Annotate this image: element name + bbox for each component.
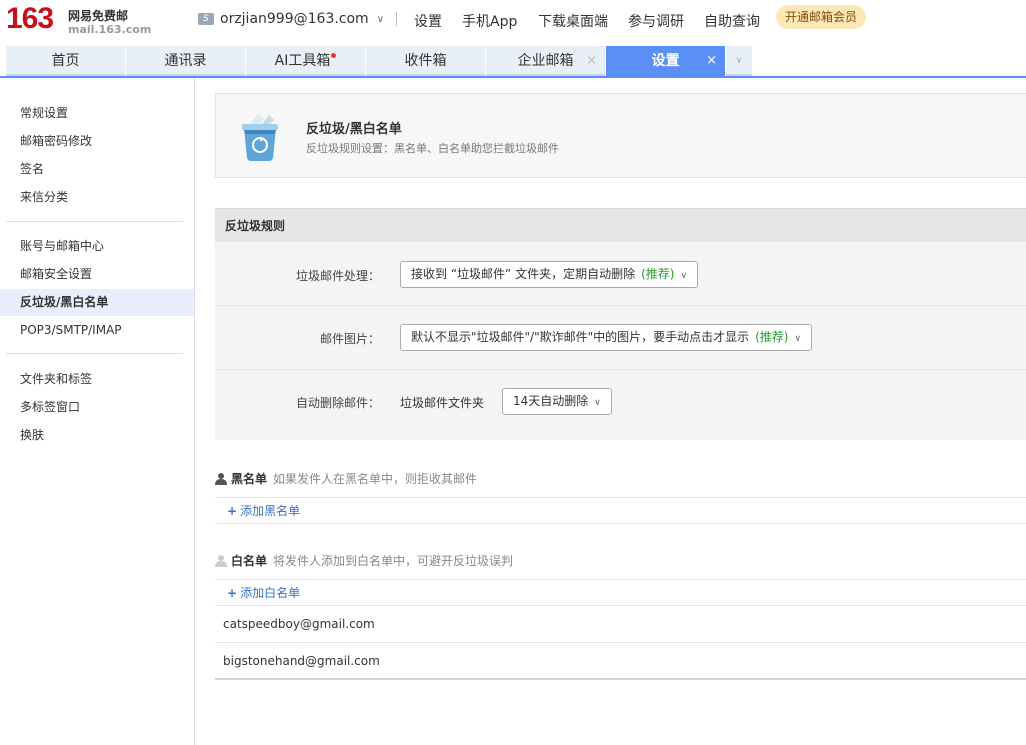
tab-more-button[interactable]: ∨ [726, 46, 752, 76]
auto-delete-folder: 垃圾邮件文件夹 [400, 396, 485, 410]
whitelist-title: 白名单 [231, 554, 268, 568]
blacklist-header: 黑名单 如果发件人在黑名单中，则拒收其邮件 [215, 460, 1026, 498]
sidebar-item-security[interactable]: 邮箱安全设置 [0, 261, 194, 288]
notification-dot [331, 53, 337, 58]
add-blacklist-label: 添加黑名单 [240, 504, 301, 518]
select-value: 默认不显示"垃圾邮件"/"欺诈邮件"中的图片，要手动点击才显示 [411, 330, 750, 344]
chevron-down-icon: ∨ [680, 271, 688, 281]
whitelist-desc: 将发件人添加到白名单中，可避开反垃圾误判 [273, 554, 514, 568]
sidebar-divider [6, 221, 183, 222]
logo-domain: mail.163.com [68, 23, 152, 36]
sidebar: 常规设置 邮箱密码修改 签名 来信分类 账号与邮箱中心 邮箱安全设置 反垃圾/黑… [0, 78, 195, 745]
close-icon[interactable]: × [706, 46, 717, 76]
tab-label: 设置 [651, 53, 680, 69]
tab-bar: 首页 通讯录 AI工具箱 收件箱 企业邮箱 × 设置 × ∨ [6, 46, 752, 76]
tab-enterprise-mail[interactable]: 企业邮箱 × [486, 46, 605, 76]
chevron-down-icon: ∨ [735, 55, 743, 66]
add-whitelist-label: 添加白名单 [240, 586, 301, 600]
select-value: 14天自动删除 [513, 394, 589, 408]
close-icon[interactable]: × [586, 46, 597, 76]
sidebar-item-folders-labels[interactable]: 文件夹和标签 [0, 366, 194, 393]
tab-label: 首页 [51, 53, 80, 69]
section-title: 反垃圾规则 [215, 208, 1026, 242]
auto-delete-select[interactable]: 14天自动删除 ∨ [502, 388, 612, 415]
chevron-down-icon: ∨ [594, 398, 601, 408]
tab-settings[interactable]: 设置 × [606, 46, 725, 76]
tab-ai-toolbox[interactable]: AI工具箱 [246, 46, 365, 76]
tab-home[interactable]: 首页 [6, 46, 125, 76]
spam-handling-select[interactable]: 接收到 “垃圾邮件” 文件夹，定期自动删除 (推荐) ∨ [400, 261, 699, 288]
page-title: 反垃圾/黑白名单 [306, 122, 402, 137]
sidebar-divider [6, 353, 183, 354]
sidebar-item-mail-sorting[interactable]: 来信分类 [0, 184, 194, 211]
whitelist-entry[interactable]: catspeedboy@gmail.com [215, 606, 1026, 643]
whitelist-header: 白名单 将发件人添加到白名单中，可避开反垃圾误判 [215, 542, 1026, 580]
tab-label: AI工具箱 [274, 53, 331, 69]
select-value: 接收到 “垃圾邮件” 文件夹，定期自动删除 [411, 267, 636, 281]
topnav-mobile-app[interactable]: 手机App [462, 11, 517, 31]
sidebar-item-multi-tab[interactable]: 多标签窗口 [0, 394, 194, 421]
person-icon [215, 473, 227, 485]
logo-number[interactable]: 163 [6, 2, 54, 36]
tab-label: 企业邮箱 [517, 53, 574, 69]
blacklist-title: 黑名单 [231, 472, 268, 486]
divider [396, 12, 397, 26]
page-header: 反垃圾/黑白名单 反垃圾规则设置：黑名单、白名单助您拦截垃圾邮件 [215, 93, 1026, 178]
sidebar-item-account-center[interactable]: 账号与邮箱中心 [0, 233, 194, 260]
sidebar-item-signature[interactable]: 签名 [0, 156, 194, 183]
tab-inbox[interactable]: 收件箱 [366, 46, 485, 76]
sidebar-item-skin[interactable]: 换肤 [0, 422, 194, 449]
whitelist-entry[interactable]: bigstonehand@gmail.com [215, 643, 1026, 680]
plus-icon: + [227, 586, 238, 600]
recommend-tag: (推荐) [641, 267, 675, 281]
field-label: 邮件图片： [319, 332, 380, 346]
topnav-desktop-download[interactable]: 下载桌面端 [538, 11, 608, 31]
tab-label: 收件箱 [404, 53, 447, 69]
account-switcher[interactable]: S orzjian999@163.com ∨ [198, 10, 384, 28]
vip-button[interactable]: 开通邮箱会员 [776, 5, 866, 29]
add-whitelist-button[interactable]: + 添加白名单 [215, 581, 1026, 606]
chevron-down-icon: ∨ [794, 334, 802, 344]
field-label: 垃圾邮件处理： [295, 269, 380, 283]
sidebar-item-password[interactable]: 邮箱密码修改 [0, 128, 194, 155]
auto-delete-row: 自动删除邮件： 垃圾邮件文件夹 14天自动删除 ∨ [215, 370, 1026, 440]
recommend-tag: (推荐) [755, 330, 789, 344]
person-icon [215, 555, 227, 567]
tab-label: 通讯录 [164, 53, 207, 69]
mail-images-row: 邮件图片： 默认不显示"垃圾邮件"/"欺诈邮件"中的图片，要手动点击才显示 (推荐… [215, 306, 1026, 370]
account-email: orzjian999@163.com [220, 11, 369, 27]
sidebar-item-antispam[interactable]: 反垃圾/黑白名单 [0, 289, 194, 316]
spam-handling-row: 垃圾邮件处理： 接收到 “垃圾邮件” 文件夹，定期自动删除 (推荐) ∨ [215, 242, 1026, 306]
logo-name: 网易免费邮 [68, 9, 129, 23]
mailbox-icon: S [198, 13, 214, 25]
add-blacklist-button[interactable]: + 添加黑名单 [215, 499, 1026, 524]
tab-contacts[interactable]: 通讯录 [126, 46, 245, 76]
blacklist-desc: 如果发件人在黑名单中，则拒收其邮件 [273, 472, 478, 486]
sidebar-item-pop3[interactable]: POP3/SMTP/IMAP [0, 317, 194, 344]
mail-images-select[interactable]: 默认不显示"垃圾邮件"/"欺诈邮件"中的图片，要手动点击才显示 (推荐) ∨ [400, 324, 813, 351]
chevron-down-icon: ∨ [376, 13, 385, 25]
recycle-bin-icon [242, 114, 278, 161]
top-bar: 163 网易免费邮 mail.163.com S orzjian999@163.… [0, 0, 1026, 46]
topnav-self-service[interactable]: 自助查询 [704, 11, 760, 31]
field-label: 自动删除邮件： [295, 396, 380, 410]
plus-icon: + [227, 504, 238, 518]
sidebar-item-general[interactable]: 常规设置 [0, 100, 194, 127]
topnav-survey[interactable]: 参与调研 [628, 11, 684, 31]
topnav-settings[interactable]: 设置 [414, 11, 442, 31]
page-subtitle: 反垃圾规则设置：黑名单、白名单助您拦截垃圾邮件 [306, 142, 559, 155]
